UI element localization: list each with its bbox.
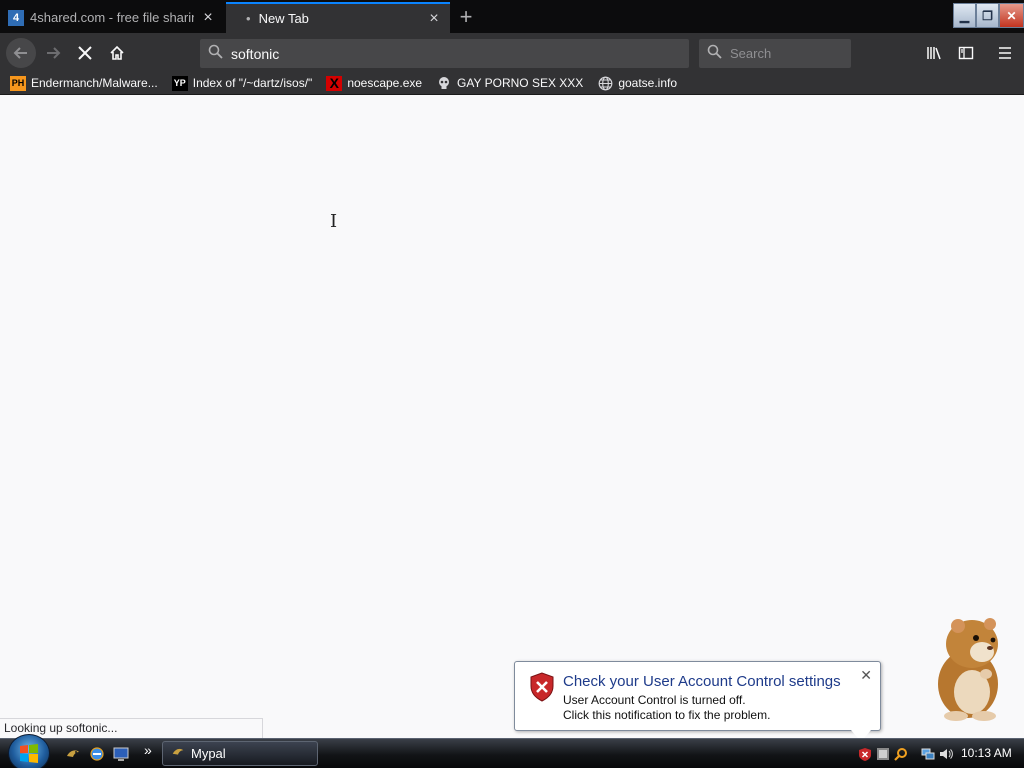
windows-logo-icon — [20, 744, 38, 763]
tab-loading-dot-icon: • — [246, 11, 251, 26]
taskbar: » Mypal 10:13 AM — [0, 734, 1024, 768]
bookmark-label: noescape.exe — [347, 76, 423, 90]
app-tray-icon[interactable] — [875, 746, 891, 762]
sidebar-icon — [958, 46, 974, 60]
start-button[interactable] — [8, 734, 50, 768]
forward-button[interactable] — [40, 40, 66, 66]
bookmark-item[interactable]: X noescape.exe — [326, 75, 423, 91]
bookmark-item[interactable]: PH Endermanch/Malware... — [10, 75, 158, 91]
home-button[interactable] — [104, 40, 130, 66]
notification-message: Click this notification to fix the probl… — [563, 708, 771, 722]
4shared-favicon-icon: 4 — [8, 9, 24, 26]
page-content[interactable]: I Looking up softonic... — [0, 96, 1024, 738]
taskbar-clock[interactable]: 10:13 AM — [961, 746, 1012, 760]
window-controls: ▁ ❐ ✕ — [953, 0, 1024, 30]
globe-icon — [597, 76, 613, 91]
tab-close-icon[interactable]: × — [200, 9, 216, 26]
bookmark-label: goatse.info — [618, 76, 678, 90]
bookmark-label: GAY PORNO SEX XXX — [457, 76, 584, 90]
mypal-icon — [171, 745, 185, 762]
url-bar[interactable]: softonic — [200, 39, 689, 68]
close-window-button[interactable]: ✕ — [999, 3, 1024, 28]
ph-icon: PH — [10, 75, 26, 91]
notification-title: Check your User Account Control settings — [563, 673, 841, 690]
stop-button[interactable] — [72, 40, 98, 66]
bookmark-label: Endermanch/Malware... — [31, 76, 158, 90]
minimize-button[interactable]: ▁ — [953, 3, 976, 28]
tab-bar: 4 4shared.com - free file sharing × • Ne… — [0, 0, 1024, 33]
forward-arrow-icon — [47, 47, 61, 59]
shield-error-icon — [530, 672, 554, 702]
bookmark-item[interactable]: GAY PORNO SEX XXX — [436, 76, 583, 91]
search-icon — [707, 44, 722, 64]
bookmarks-toolbar: PH Endermanch/Malware... YP Index of "/~… — [0, 72, 1024, 95]
network-tray-icon[interactable] — [920, 746, 936, 762]
volume-tray-icon[interactable] — [938, 746, 954, 762]
back-arrow-icon — [13, 47, 27, 59]
tab-new-tab[interactable]: • New Tab × — [226, 2, 450, 33]
sidebar-button[interactable] — [954, 41, 978, 65]
tab-close-icon[interactable]: × — [426, 10, 442, 27]
stop-x-icon — [78, 46, 92, 60]
search-input[interactable]: Search — [730, 46, 771, 61]
hamburger-menu-icon — [999, 47, 1011, 59]
tab-4shared[interactable]: 4 4shared.com - free file sharing × — [0, 2, 224, 33]
text-cursor-icon: I — [330, 211, 338, 232]
search-bar[interactable]: Search — [699, 39, 851, 68]
security-alert-tray-icon[interactable] — [857, 746, 873, 762]
bookmark-item[interactable]: YP Index of "/~dartz/isos/" — [171, 75, 313, 91]
yp-icon: YP — [171, 75, 188, 91]
navigation-toolbar: softonic Search — [0, 33, 1024, 72]
menu-button[interactable] — [993, 41, 1017, 65]
bookmark-item[interactable]: goatse.info — [597, 76, 677, 91]
restore-button[interactable]: ❐ — [976, 3, 999, 28]
tab-title: New Tab — [258, 11, 309, 26]
url-input[interactable]: softonic — [231, 46, 279, 62]
mypal-quicklaunch-icon[interactable] — [64, 745, 82, 763]
close-icon[interactable]: ✕ — [860, 667, 872, 684]
notification-message: User Account Control is turned off. — [563, 693, 746, 707]
show-desktop-icon[interactable] — [112, 745, 130, 763]
search-icon — [208, 44, 223, 64]
library-button[interactable] — [922, 41, 946, 65]
internet-explorer-icon[interactable] — [88, 745, 106, 763]
quicklaunch-more-icon[interactable]: » — [144, 742, 152, 758]
skull-icon — [436, 76, 452, 91]
status-panel: Looking up softonic... — [0, 718, 263, 738]
new-tab-button[interactable]: + — [452, 3, 480, 31]
home-icon — [110, 45, 124, 60]
bookmark-label: Index of "/~dartz/isos/" — [192, 76, 313, 90]
x-icon: X — [326, 75, 343, 91]
taskbar-button-mypal[interactable]: Mypal — [162, 741, 318, 766]
taskbar-button-label: Mypal — [191, 746, 226, 761]
library-icon — [927, 47, 941, 60]
hamster-desktop-pet[interactable] — [920, 612, 1012, 722]
uac-notification[interactable]: Check your User Account Control settings… — [514, 661, 881, 742]
search-tray-icon[interactable] — [893, 746, 909, 762]
back-button[interactable] — [6, 38, 36, 68]
tab-title: 4shared.com - free file sharing — [30, 10, 194, 25]
